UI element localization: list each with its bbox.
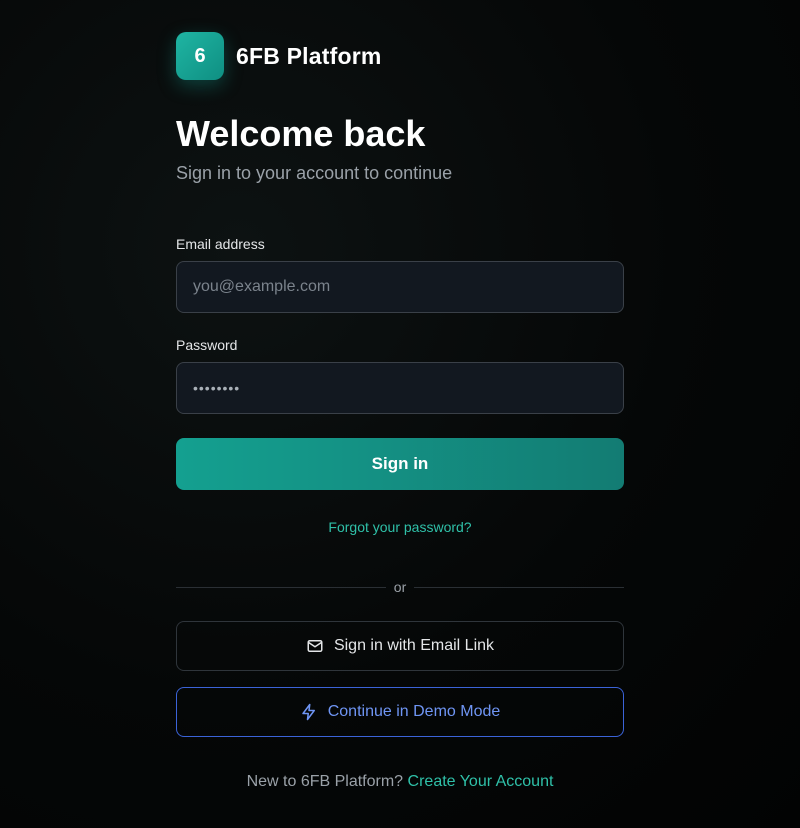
brand-logo: 6 [176, 32, 224, 80]
password-label: Password [176, 337, 238, 353]
lightning-icon [301, 703, 315, 721]
password-value: •••••••• [193, 380, 241, 396]
create-account-link[interactable]: Create Your Account [408, 773, 554, 790]
email-placeholder: you@example.com [193, 278, 331, 295]
signup-prompt-text: New to 6FB Platform? [246, 773, 404, 790]
divider: or [176, 579, 625, 595]
mail-icon [307, 640, 323, 652]
login-panel: 6 6FB Platform Welcome back Sign in to y… [176, 32, 625, 791]
page-subtitle: Sign in to your account to continue [176, 163, 453, 183]
email-link-label: Sign in with Email Link [333, 637, 495, 654]
page-title: Welcome back [176, 113, 426, 154]
divider-text: or [393, 579, 407, 595]
email-link-button[interactable]: Sign in with Email Link [176, 621, 624, 671]
demo-mode-button[interactable]: Continue in Demo Mode [176, 687, 624, 737]
brand-name: 6FB Platform [236, 42, 382, 69]
brand-header: 6 6FB Platform [176, 32, 624, 80]
email-label: Email address [176, 236, 265, 252]
forgot-password-link[interactable]: Forgot your password? [176, 519, 624, 535]
email-field[interactable]: you@example.com [176, 261, 624, 313]
demo-mode-label: Continue in Demo Mode [327, 703, 501, 720]
sign-in-button[interactable]: Sign in [176, 438, 624, 490]
divider-line-left [176, 586, 386, 588]
signup-prompt: New to 6FB Platform? Create Your Account [176, 773, 624, 791]
password-field[interactable]: •••••••• [176, 362, 624, 414]
divider-line-right [414, 586, 625, 588]
